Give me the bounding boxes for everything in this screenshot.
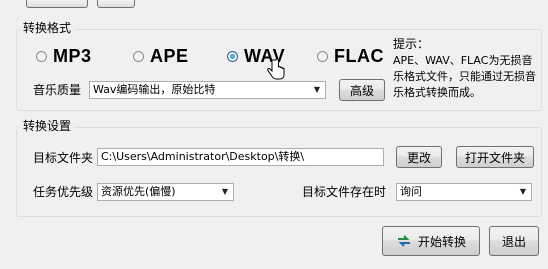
priority-value: 资源优先(偏慢)	[101, 185, 176, 198]
quality-label: 音乐质量	[33, 83, 82, 97]
hint-title: 提示：	[393, 37, 430, 51]
quality-select[interactable]: Wav编码输出，原始比特 ▼	[89, 81, 326, 99]
settings-group	[16, 127, 542, 217]
start-convert-button[interactable]: 开始转换	[382, 226, 480, 256]
exit-button-label: 退出	[501, 234, 526, 249]
chevron-down-icon: ▼	[313, 85, 321, 94]
radio-circle-selected	[227, 51, 238, 62]
chevron-down-icon: ▼	[519, 187, 527, 196]
format-group-title: 转换格式	[20, 21, 75, 35]
open-folder-button[interactable]: 打开文件夹	[456, 146, 534, 168]
hand-cursor-icon	[267, 58, 285, 80]
format-label-mp3: MP3	[53, 46, 92, 66]
change-folder-button[interactable]: 更改	[396, 146, 442, 168]
format-radio-mp3[interactable]: MP3	[36, 46, 92, 67]
radio-circle	[36, 51, 47, 62]
format-label-flac: FLAC	[334, 46, 384, 66]
priority-select[interactable]: 资源优先(偏慢) ▼	[97, 183, 234, 201]
quality-value: Wav编码输出，原始比特	[93, 83, 216, 96]
start-convert-button-label: 开始转换	[417, 234, 466, 249]
convert-arrows-icon	[397, 235, 410, 247]
exit-button[interactable]: 退出	[489, 226, 539, 256]
format-radio-flac[interactable]: FLAC	[317, 46, 384, 67]
top-button-left[interactable]	[26, 0, 88, 8]
advanced-button[interactable]: 高级	[339, 79, 385, 101]
target-folder-value: C:\Users\Administrator\Desktop\转换\	[101, 150, 305, 163]
format-radio-ape[interactable]: APE	[133, 46, 189, 67]
target-folder-input[interactable]: C:\Users\Administrator\Desktop\转换\	[97, 148, 384, 166]
radio-circle	[317, 51, 328, 62]
exists-value: 询问	[400, 185, 422, 198]
exists-label: 目标文件存在时	[302, 185, 387, 199]
exists-select[interactable]: 询问 ▼	[396, 183, 532, 201]
top-button-right[interactable]	[97, 0, 135, 8]
hint-text: APE、WAV、FLAC为无损音乐格式文件，只能通过无损音乐格式转换而成。	[393, 54, 536, 99]
radio-circle	[133, 51, 144, 62]
settings-group-title: 转换设置	[20, 119, 75, 133]
priority-label: 任务优先级	[33, 185, 94, 199]
format-label-ape: APE	[150, 46, 189, 66]
chevron-down-icon: ▼	[221, 187, 229, 196]
advanced-button-label: 高级	[349, 83, 374, 98]
change-folder-button-label: 更改	[406, 150, 431, 165]
open-folder-button-label: 打开文件夹	[464, 150, 525, 165]
target-folder-label: 目标文件夹	[33, 151, 94, 165]
